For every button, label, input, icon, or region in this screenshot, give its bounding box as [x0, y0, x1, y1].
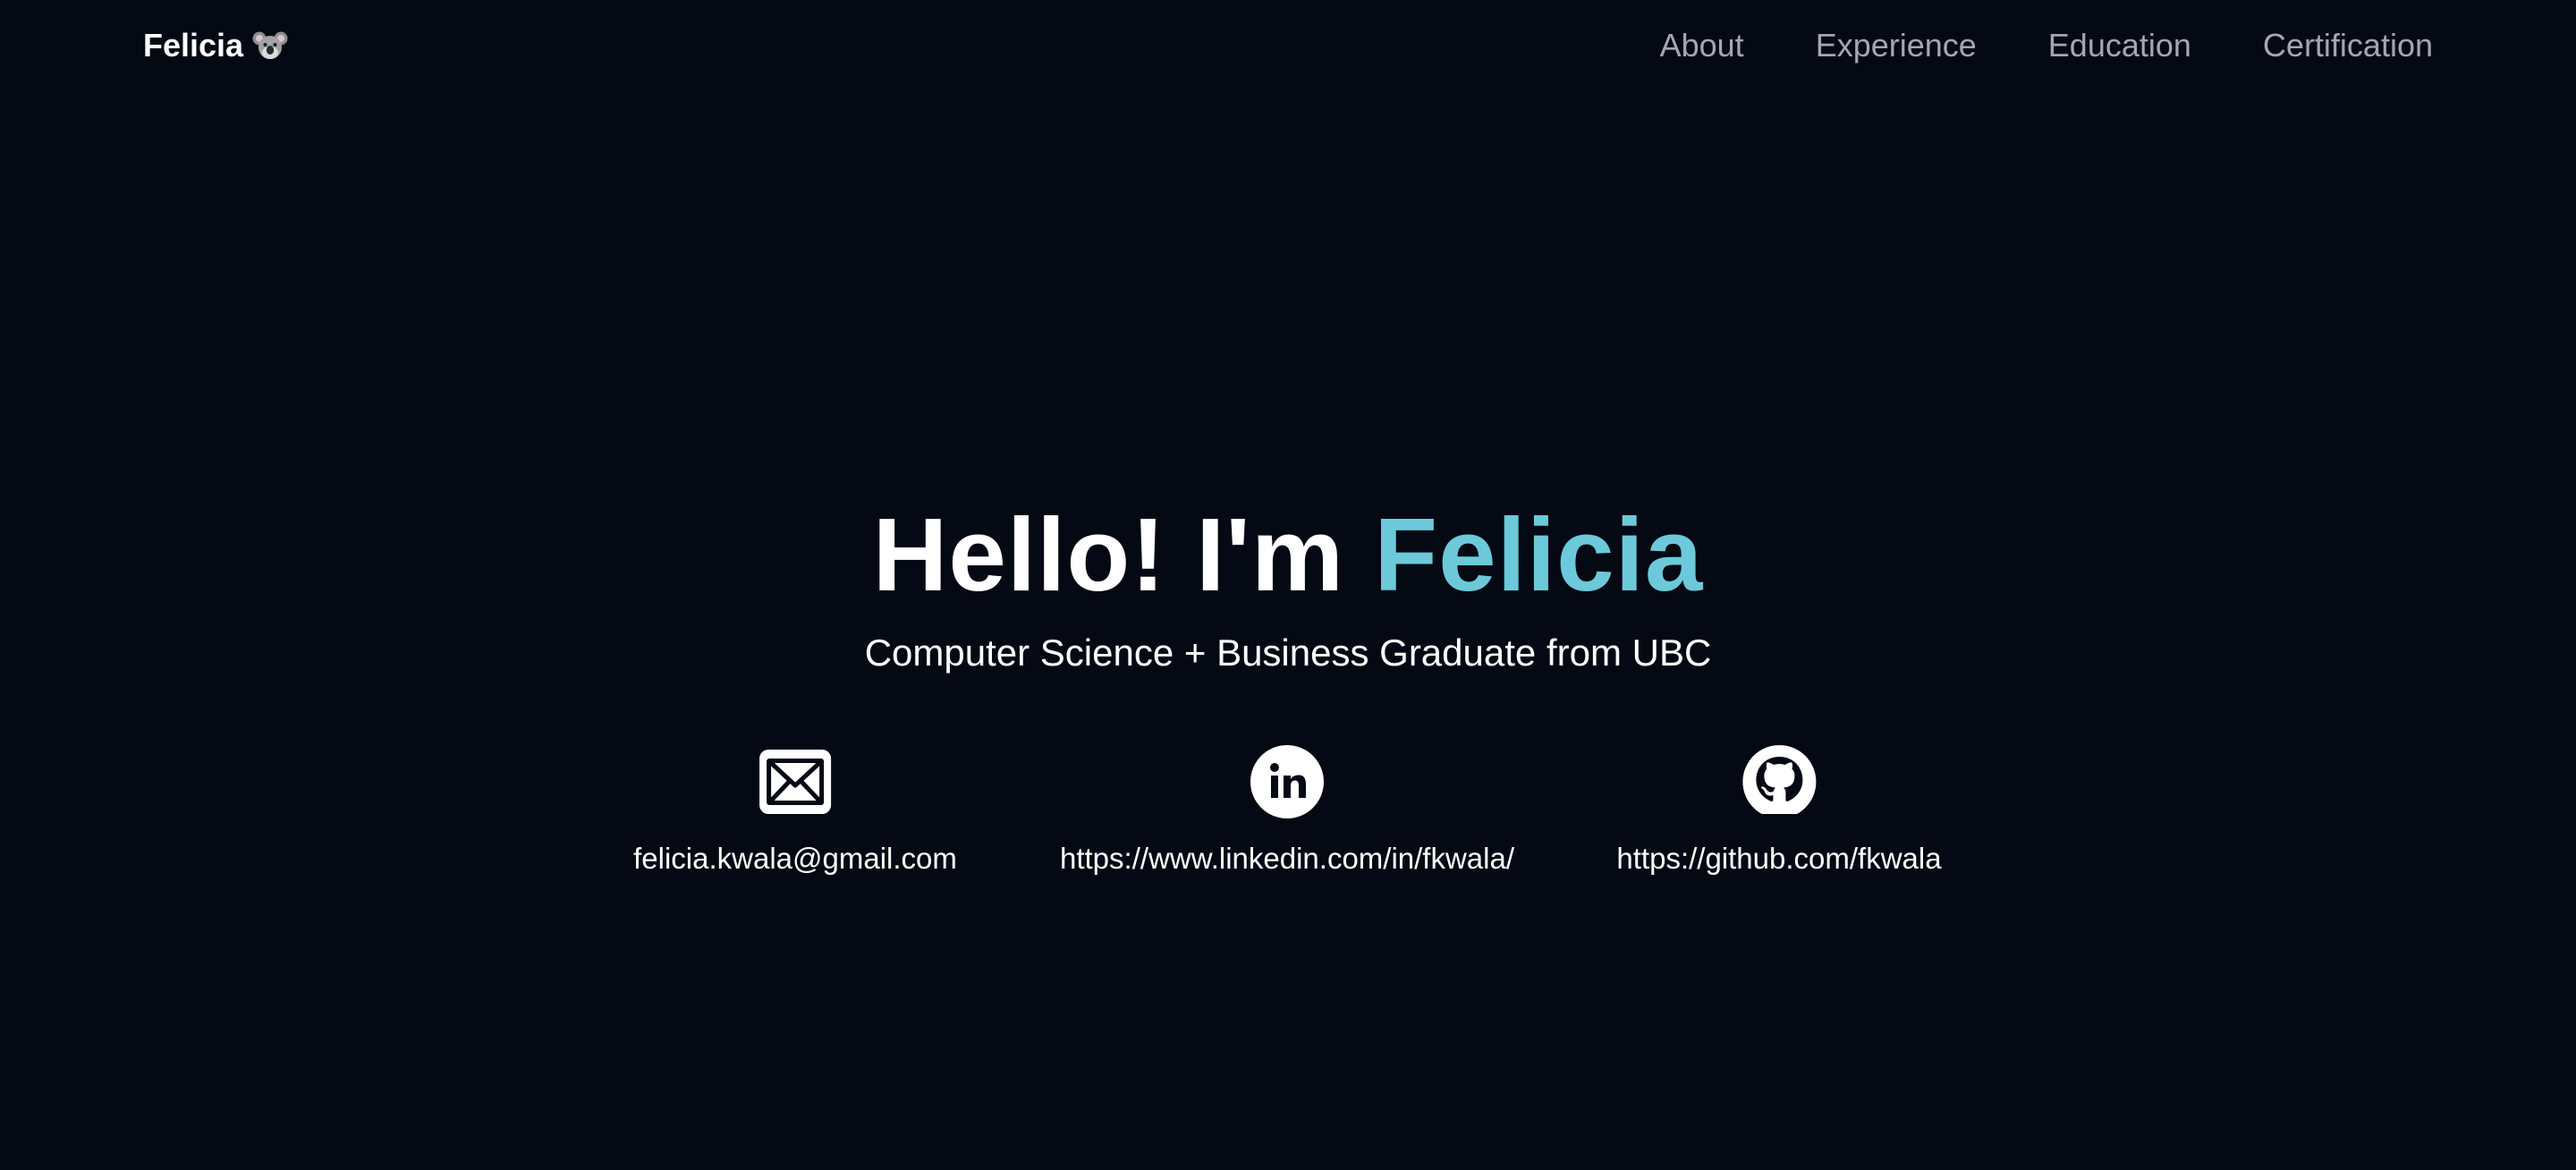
nav-link-experience[interactable]: Experience — [1816, 23, 1977, 68]
mail-icon — [758, 744, 833, 819]
hero-title: Hello! I'm Felicia — [0, 496, 2576, 613]
linkedin-icon — [1250, 744, 1325, 819]
nav-link-education[interactable]: Education — [2048, 23, 2191, 68]
nav-link-about[interactable]: About — [1660, 23, 1744, 68]
hero-name: Felicia — [1374, 496, 1704, 613]
koala-icon — [252, 28, 288, 64]
top-nav: Felicia About Experience Education Certi… — [0, 0, 2576, 93]
contact-github-text: https://github.com/fkwala — [1616, 842, 1942, 875]
contact-linkedin-text: https://www.linkedin.com/in/fkwala/ — [1059, 842, 1515, 875]
contact-email-text: felicia.kwala@gmail.com — [633, 842, 957, 875]
brand-link[interactable]: Felicia — [143, 25, 288, 66]
hero-greeting: Hello! I'm — [872, 496, 1375, 613]
nav-links: About Experience Education Certification — [1660, 23, 2433, 68]
hero: Hello! I'm Felicia Computer Science + Bu… — [0, 496, 2576, 677]
nav-link-certification[interactable]: Certification — [2263, 23, 2433, 68]
page: Felicia About Experience Education Certi… — [0, 0, 2576, 1170]
contact-linkedin[interactable]: https://www.linkedin.com/in/fkwala/ — [1060, 744, 1514, 877]
brand-name: Felicia — [143, 27, 244, 64]
github-icon — [1741, 744, 1817, 819]
hero-subtitle: Computer Science + Business Graduate fro… — [864, 632, 1712, 674]
contact-email[interactable]: felicia.kwala@gmail.com — [633, 744, 957, 877]
contact-github[interactable]: https://github.com/fkwala — [1616, 744, 1942, 877]
